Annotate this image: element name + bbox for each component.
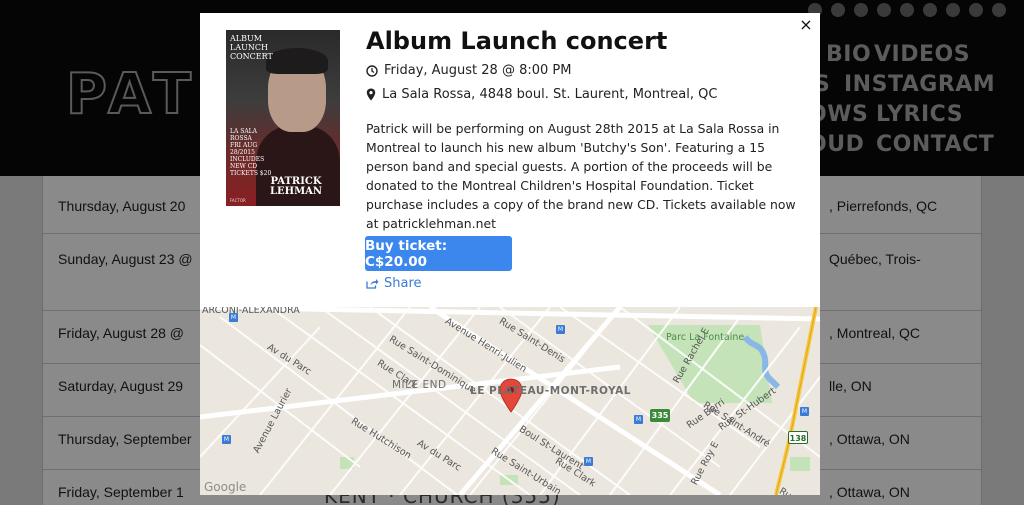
venue-map[interactable]: ARCONI-ALEXANDRA Avenue Henri-Julien Rue… [200, 307, 820, 495]
event-datetime-row: Friday, August 28 @ 8:00 PM [366, 63, 571, 78]
facebook-icon[interactable] [831, 3, 845, 17]
metro-icon: M [222, 435, 231, 444]
event-date: Friday, September 1 [58, 484, 184, 500]
route-shield: 335 [650, 409, 670, 422]
event-date: Friday, August 28 @ [58, 325, 185, 341]
clock-icon [366, 64, 378, 77]
event-location: , Ottawa, ON [829, 431, 910, 447]
close-button[interactable]: × [798, 17, 814, 33]
youtube-icon[interactable] [900, 3, 914, 17]
share-label: Share [384, 276, 422, 291]
share-link[interactable]: Share [366, 276, 422, 291]
social-icons [808, 3, 1006, 17]
amazon-icon[interactable] [946, 3, 960, 17]
neighbourhood-label: MILE END [392, 379, 447, 391]
event-location: , Montreal, QC [829, 325, 921, 341]
event-modal: × ALBUM LAUNCH CONCERT LA SALA ROSSA FRI… [200, 13, 820, 495]
poster-header: ALBUM LAUNCH CONCERT [230, 34, 273, 61]
event-datetime: Friday, August 28 @ 8:00 PM [384, 63, 572, 78]
route-shield: 138 [788, 431, 808, 444]
event-date: Thursday, September [58, 431, 192, 447]
map-brand-logo[interactable]: Google [204, 480, 246, 494]
share-icon [366, 279, 379, 289]
instagram-icon[interactable] [877, 3, 891, 17]
twitter-icon[interactable] [854, 3, 868, 17]
spotify-icon[interactable] [992, 3, 1006, 17]
event-date: Saturday, August 29 [58, 378, 184, 394]
metro-icon: M [584, 457, 593, 466]
nav-item-bio[interactable]: BIO [826, 42, 871, 67]
event-venue-row: La Sala Rossa, 4848 boul. St. Laurent, M… [366, 87, 717, 102]
event-location: Québec, Trois- [829, 251, 921, 267]
event-location: lle, ON [829, 378, 872, 394]
event-date: Sunday, August 23 @ [58, 251, 193, 267]
event-venue: La Sala Rossa, 4848 boul. St. Laurent, M… [382, 87, 718, 102]
nav-item-instagram[interactable]: INSTAGRAM [844, 72, 995, 97]
metro-icon: M [556, 325, 565, 334]
event-description: Patrick will be performing on August 28t… [366, 121, 796, 231]
metro-icon: M [229, 313, 238, 322]
event-location: , Ottawa, ON [829, 484, 910, 500]
poster-hair [266, 48, 328, 74]
event-date: Thursday, August 20 [58, 198, 186, 214]
nav-item-videos[interactable]: VIDEOS [874, 42, 970, 67]
district-label: LE PLATEAU-MONT-ROYAL [470, 385, 631, 397]
buy-ticket-button[interactable]: Buy ticket: C$20.00 [365, 236, 512, 271]
metro-icon: M [800, 407, 809, 416]
poster-artist-name: PATRICK LEHMAN [270, 176, 323, 197]
soundcloud-icon[interactable] [969, 3, 983, 17]
street-label: ARCONI-ALEXANDRA [202, 307, 300, 316]
poster-footer: FACTOR [230, 198, 246, 203]
event-location: , Pierrefonds, QC [829, 198, 938, 214]
event-title: Album Launch concert [366, 27, 668, 55]
nav-item-contact[interactable]: CONTACT [876, 132, 994, 157]
metro-icon: M [634, 415, 643, 424]
web-icon[interactable] [923, 3, 937, 17]
park-label: Parc La Fontaine [666, 332, 745, 343]
nav-item-lyrics[interactable]: LYRICS [876, 102, 963, 127]
event-poster: ALBUM LAUNCH CONCERT LA SALA ROSSA FRI A… [226, 30, 340, 206]
map-pin-icon [366, 88, 376, 101]
poster-info: LA SALA ROSSA FRI AUG 28/2015 INCLUDES N… [230, 128, 272, 177]
